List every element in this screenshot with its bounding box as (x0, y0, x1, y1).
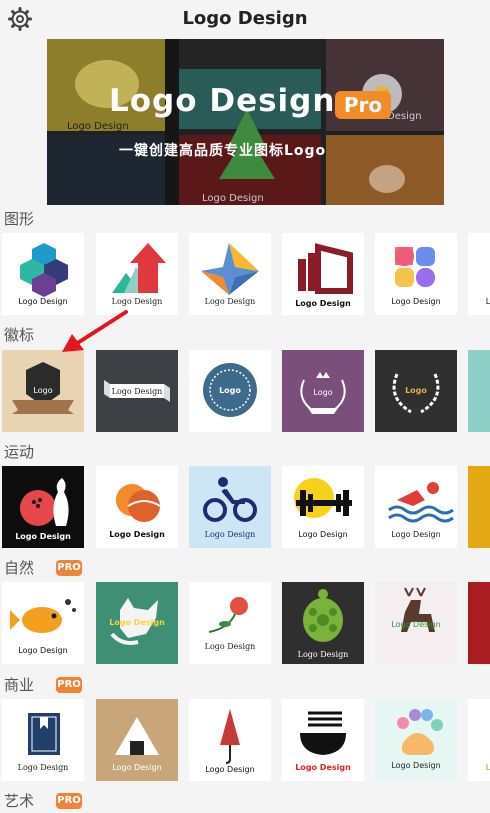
pro-badge: PRO (56, 677, 82, 693)
banner-pro-badge: Pro (335, 91, 391, 119)
logo-card[interactable]: Logo Design (282, 699, 364, 781)
logo-card[interactable]: Logo Design (189, 699, 271, 781)
logo-card-partial[interactable]: L (468, 233, 490, 315)
logo-card-caption: Logo Design (17, 763, 69, 772)
svg-text:Design: Design (387, 111, 422, 122)
logo-card[interactable]: Logo (282, 350, 364, 432)
banner-overlay: Logo Design Logo Design Design (47, 39, 444, 205)
logo-card-partial[interactable] (468, 582, 490, 664)
logo-card-caption: Logo Design (18, 646, 68, 655)
logo-card-caption: Logo (219, 386, 241, 395)
logo-card-partial[interactable]: L (468, 699, 490, 781)
logo-card-caption: Logo Design (109, 618, 165, 627)
logo-card-caption: Logo Design (391, 761, 441, 770)
logo-card-caption: Logo (313, 388, 333, 397)
section-label-nature: 自然 (4, 559, 35, 577)
svg-text:Logo Design: Logo Design (202, 193, 264, 204)
section-label-badges: 徽标 (4, 326, 35, 344)
logo-card-caption: Logo Design (111, 387, 163, 396)
logo-card[interactable]: Logo Design (375, 233, 457, 315)
svg-text:Logo Design: Logo Design (67, 121, 129, 132)
logo-row-badges: Logo Logo Design Logo Logo Logo (0, 350, 490, 432)
logo-card-caption: Logo Design (112, 763, 162, 772)
logo-card-caption: Logo Design (391, 297, 441, 306)
logo-card[interactable]: Logo Design (2, 582, 84, 664)
logo-card-caption: Logo Design (205, 765, 255, 774)
logo-card[interactable]: Logo Design (2, 233, 84, 315)
logo-card-caption: Logo Design (391, 620, 441, 629)
logo-card-caption: Logo (405, 386, 427, 395)
logo-card[interactable]: Logo Design (96, 350, 178, 432)
logo-card-caption: Logo Design (391, 530, 441, 539)
logo-card[interactable]: Logo Design (375, 699, 457, 781)
logo-card[interactable]: Logo Design (189, 233, 271, 315)
logo-card-caption: Logo Design (204, 297, 256, 306)
logo-row-sports: Logo Design Logo Design Logo Design Logo… (0, 466, 490, 548)
page-title: Logo Design (182, 8, 308, 29)
logo-card-caption: Logo Design (204, 642, 256, 651)
pro-badge: PRO (56, 793, 82, 809)
logo-card[interactable]: Logo Design (2, 466, 84, 548)
rose-logo-icon (208, 597, 248, 633)
logo-card[interactable]: Logo Design (96, 466, 178, 548)
logo-card[interactable]: Logo Design (96, 582, 178, 664)
logo-card-caption: Logo Design (18, 297, 68, 306)
promo-banner[interactable]: Logo Design Logo Design Design Logo Desi… (47, 39, 444, 205)
section-label-graphics: 图形 (4, 210, 35, 228)
logo-card-caption: Logo Design (295, 763, 351, 772)
logo-card[interactable]: Logo Design (189, 466, 271, 548)
logo-card-caption: L (485, 297, 490, 306)
logo-card[interactable]: Logo Design (2, 699, 84, 781)
logo-card-caption: Logo Design (204, 530, 256, 539)
section-label-art: 艺术 (4, 792, 35, 810)
section-label-business: 商业 (4, 676, 35, 694)
banner-title: Logo Design (109, 83, 336, 119)
logo-card[interactable]: Logo Design (96, 233, 178, 315)
logo-card[interactable]: Logo Design (96, 699, 178, 781)
logo-card[interactable]: Logo (375, 350, 457, 432)
logo-card[interactable]: Logo Design (375, 466, 457, 548)
logo-card[interactable]: Logo (189, 350, 271, 432)
logo-card-caption: Logo Design (298, 530, 348, 539)
logo-card[interactable]: Logo Design (282, 466, 364, 548)
section-label-sports: 运动 (4, 443, 35, 461)
logo-card-caption: Logo (33, 386, 53, 395)
annotation-arrow-icon (62, 310, 128, 352)
logo-row-business: Logo Design Logo Design Logo Design Logo… (0, 699, 490, 781)
logo-card-partial[interactable] (468, 350, 490, 432)
logo-row-graphics: Logo Design Logo Design Logo Design Logo… (0, 233, 490, 315)
top-bar: Logo Design (0, 0, 490, 38)
logo-card[interactable]: Logo Design (282, 233, 364, 315)
logo-card-caption: Logo Design (109, 530, 165, 539)
logo-card-caption: L (485, 763, 490, 772)
logo-card[interactable]: Logo Design (189, 582, 271, 664)
logo-row-nature: Logo Design Logo Design Logo Design Logo… (0, 582, 490, 664)
banner-subtitle: 一键创建高品质专业图标Logo (119, 143, 327, 159)
logo-card-caption: Logo Design (15, 532, 71, 541)
logo-card-caption: Logo Design (297, 650, 349, 659)
pro-badge: PRO (56, 560, 82, 576)
logo-card[interactable]: Logo Design (282, 582, 364, 664)
logo-card-caption: Logo Design (295, 299, 351, 308)
logo-card-caption: Logo Design (111, 297, 163, 306)
logo-card[interactable]: Logo Design (375, 582, 457, 664)
logo-card[interactable]: Logo (2, 350, 84, 432)
logo-card-partial[interactable] (468, 466, 490, 548)
